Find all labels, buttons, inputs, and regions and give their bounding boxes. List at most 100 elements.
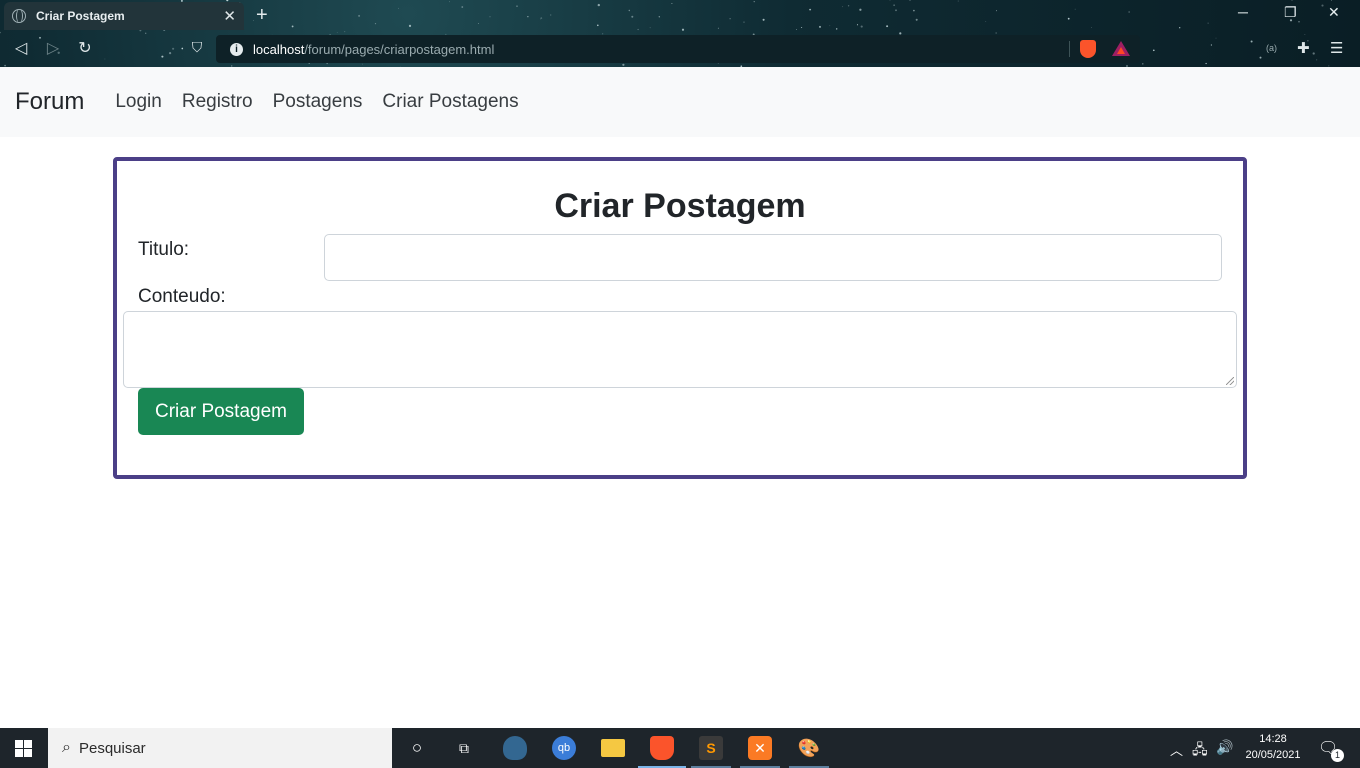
xampp-icon[interactable]: ✕ — [748, 736, 772, 760]
window-close-icon[interactable]: ✕ — [1328, 4, 1340, 21]
navbar-brand[interactable]: Forum — [15, 88, 84, 116]
close-tab-icon[interactable]: ✕ — [223, 7, 236, 25]
star-dot — [1291, 0, 1293, 1]
tray-chevron-icon[interactable]: ︿ — [1170, 740, 1183, 759]
star-dot — [637, 28, 639, 31]
star-dot — [717, 27, 719, 29]
star-dot — [253, 20, 254, 21]
star-dot — [516, 5, 518, 7]
brave-shields-icon[interactable] — [1080, 40, 1096, 58]
browser-tab[interactable]: Criar Postagem ✕ — [4, 2, 244, 30]
star-dot — [842, 6, 844, 8]
cortana-icon[interactable]: ○ — [405, 736, 429, 760]
star-dot — [550, 14, 552, 16]
file-explorer-icon[interactable] — [601, 739, 625, 757]
star-dot — [1179, 27, 1181, 29]
volume-icon[interactable]: 🔊 — [1216, 739, 1233, 756]
page-title: Criar Postagem — [554, 187, 806, 225]
star-dot — [408, 24, 412, 28]
star-dot — [658, 16, 660, 18]
url-path: /forum/pages/criarpostagem.html — [304, 41, 495, 57]
star-dot — [527, 16, 529, 18]
nav-link-criar-postagens[interactable]: Criar Postagens — [382, 91, 518, 113]
star-dot — [597, 24, 599, 27]
network-icon[interactable]: 🖧 — [1192, 739, 1208, 763]
back-icon[interactable]: ◁ — [10, 38, 32, 58]
nav-link-login[interactable]: Login — [115, 91, 162, 113]
profile-icon[interactable]: (a) — [1266, 43, 1277, 53]
star-dot — [859, 8, 862, 11]
notification-count-badge: 1 — [1331, 749, 1344, 762]
search-placeholder: Pesquisar — [78, 739, 146, 757]
star-dot — [809, 8, 812, 11]
star-dot — [909, 0, 911, 1]
resize-grip-icon[interactable] — [1226, 377, 1234, 385]
address-divider — [1069, 41, 1070, 57]
star-dot — [801, 26, 803, 29]
taskbar-search[interactable]: ⌕ Pesquisar — [48, 728, 392, 768]
extensions-icon[interactable]: ✚ — [1297, 39, 1310, 57]
content-textarea[interactable] — [123, 311, 1237, 388]
star-dot — [631, 15, 634, 18]
star-dot — [796, 29, 797, 30]
submit-button[interactable]: Criar Postagem — [138, 388, 304, 435]
star-dot — [743, 21, 745, 23]
search-icon: ⌕ — [62, 739, 71, 756]
create-post-card: Criar Postagem Titulo: Conteudo: Criar P… — [113, 157, 1247, 479]
star-dot — [1128, 11, 1130, 13]
content-label: Conteudo: — [138, 286, 226, 307]
star-dot — [449, 1, 450, 3]
windows-taskbar: ⌕ Pesquisar ○ ⧉ qb S ✕ 🎨 ︿ 🖧 🔊 14:28 20/… — [0, 728, 1360, 768]
title-label: Titulo: — [138, 239, 190, 260]
star-dot — [477, 23, 479, 24]
star-dot — [957, 0, 959, 2]
menu-icon[interactable]: ☰ — [1330, 39, 1343, 57]
star-dot — [291, 25, 294, 28]
browser-toolbar: ◁ ▷ ↻ ⛉ i localhost/forum/pages/criarpos… — [0, 32, 1360, 66]
sublime-text-icon[interactable]: S — [699, 736, 723, 760]
reload-icon[interactable]: ↻ — [74, 38, 96, 58]
star-dot — [996, 10, 998, 12]
star-dot — [1067, 17, 1070, 20]
qbittorrent-icon[interactable]: qb — [552, 736, 576, 760]
star-dot — [1091, 27, 1092, 28]
brave-rewards-icon[interactable] — [1112, 41, 1130, 56]
star-dot — [1207, 22, 1209, 24]
clock-date: 20/05/2021 — [1245, 749, 1301, 761]
nav-link-postagens[interactable]: Postagens — [273, 91, 363, 113]
star-dot — [358, 14, 361, 17]
site-info-icon[interactable]: i — [230, 42, 243, 56]
star-dot — [597, 3, 600, 7]
forward-icon[interactable]: ▷ — [42, 38, 64, 58]
star-dot — [628, 9, 631, 12]
star-dot — [762, 18, 765, 21]
star-dot — [374, 23, 377, 25]
windows-start-icon[interactable] — [15, 740, 32, 757]
minimize-icon[interactable]: ─ — [1238, 4, 1248, 20]
bookmark-icon[interactable]: ⛉ — [186, 39, 208, 56]
star-dot — [889, 0, 891, 1]
star-dot — [895, 9, 897, 12]
star-dot — [681, 28, 685, 31]
task-view-icon[interactable]: ⧉ — [452, 736, 476, 760]
restore-icon[interactable]: ❐ — [1284, 4, 1297, 21]
star-dot — [829, 25, 831, 27]
star-dot — [819, 25, 821, 28]
star-dot — [729, 18, 731, 20]
brave-browser-icon[interactable] — [650, 736, 674, 760]
nav-link-registro[interactable]: Registro — [182, 91, 253, 113]
url-host: localhost — [253, 41, 305, 57]
star-dot — [847, 5, 850, 7]
clock-time: 14:28 — [1259, 733, 1287, 745]
paint-icon[interactable]: 🎨 — [797, 736, 821, 760]
star-dot — [753, 1, 755, 3]
star-dot — [1321, 4, 1324, 7]
title-input[interactable] — [324, 234, 1222, 281]
star-dot — [649, 27, 651, 29]
postgresql-icon[interactable] — [503, 736, 527, 760]
star-dot — [860, 25, 863, 28]
address-bar[interactable]: i localhost/forum/pages/criarpostagem.ht… — [216, 35, 1140, 63]
new-tab-button[interactable]: + — [256, 4, 268, 27]
taskbar-clock[interactable]: 14:28 20/05/2021 — [1236, 731, 1310, 763]
star-dot — [856, 24, 859, 26]
